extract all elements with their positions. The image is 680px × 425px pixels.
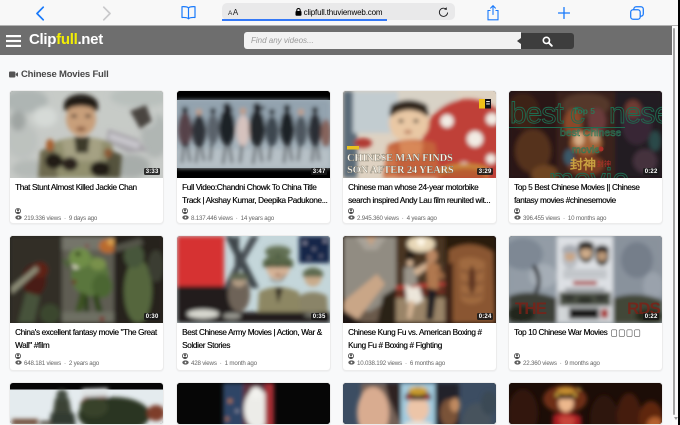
svg-text:movie: movie [572,144,600,156]
svg-text:封神: 封神 [570,157,596,172]
svg-text:SON AFTER 24 YEARS: SON AFTER 24 YEARS [347,165,454,176]
svg-text:best Chinese: best Chinese [560,127,621,139]
svg-text:CHINESE MAN FINDS: CHINESE MAN FINDS [347,153,453,164]
svg-text:Top 5: Top 5 [573,106,595,116]
svg-text:THE: THE [515,299,547,318]
svg-text:nese: nese [609,97,662,130]
svg-text:封神: 封神 [597,159,611,168]
